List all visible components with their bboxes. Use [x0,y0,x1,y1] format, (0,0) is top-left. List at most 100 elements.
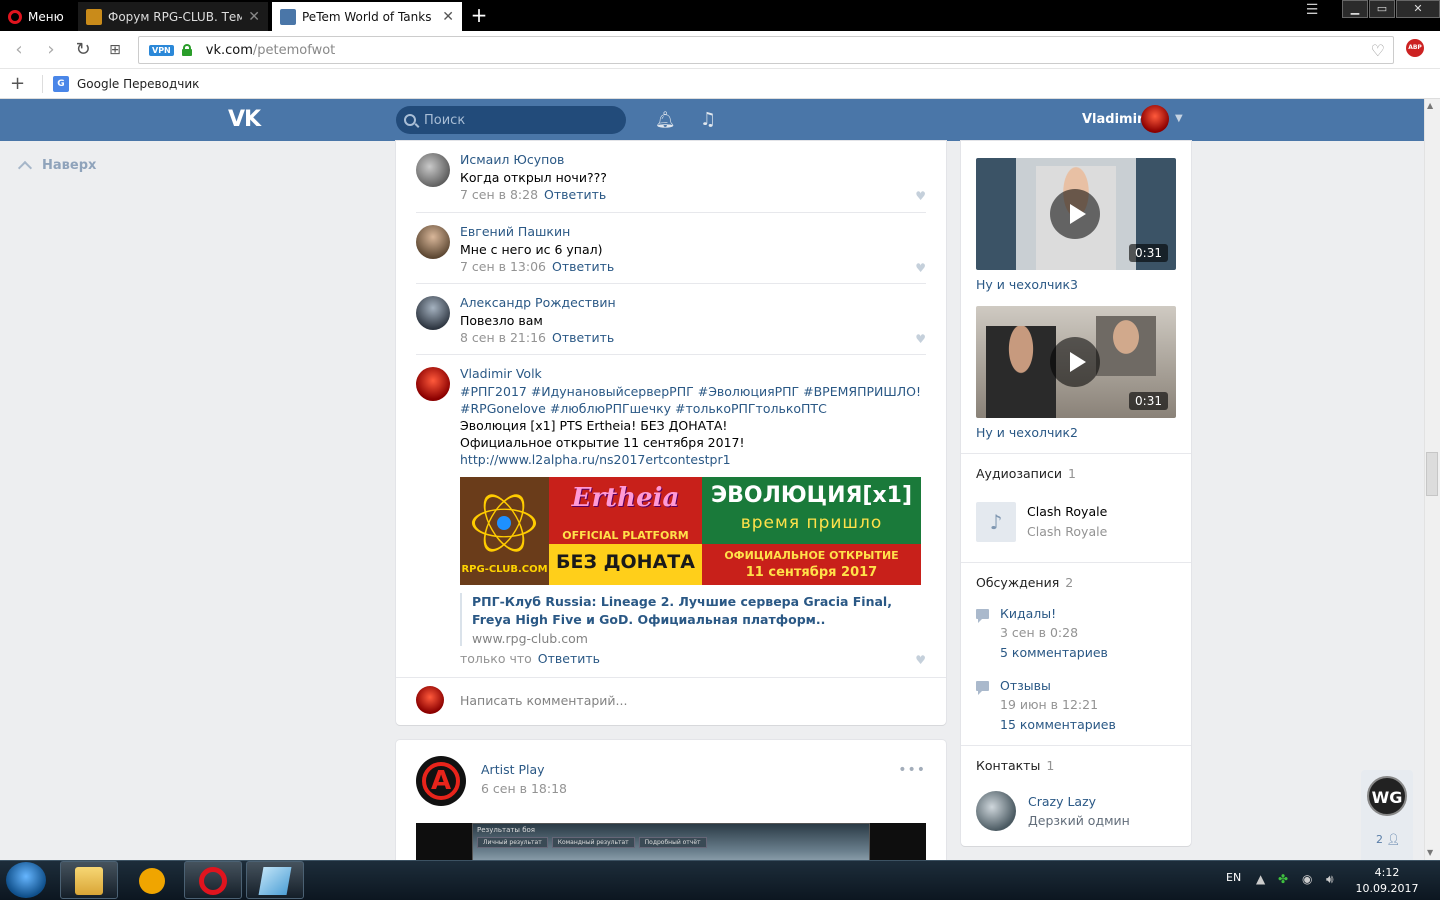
contact-name[interactable]: Crazy Lazy [1028,794,1096,809]
url-field[interactable]: VPN vk.com/petemofwot ♡ [138,36,1394,64]
close-tab-icon[interactable]: ✕ [242,9,260,25]
banner-evolution: ЭВОЛЮЦИЯ[x1] [710,483,913,508]
tab-rpg-forum[interactable]: Форум RPG-CLUB. Тема: З ✕ [78,2,268,31]
taskbar-opera[interactable] [184,861,242,899]
chat-widget[interactable]: WG 2 👤︎ [1361,770,1413,860]
user-avatar[interactable] [1141,105,1169,133]
minimize-icon[interactable]: ▁ [1342,0,1368,18]
audio-header[interactable]: Аудиозаписи 1 [976,466,1076,481]
post-date[interactable]: 6 сен в 18:18 [481,781,567,796]
avatar[interactable]: A [416,756,466,806]
video-thumbnail[interactable]: 0:31 [976,306,1176,418]
avatar[interactable] [976,791,1016,831]
comment-author[interactable]: Евгений Пашкин [460,224,570,239]
adblock-icon[interactable]: ABP [1406,39,1424,57]
new-tab-button[interactable]: + [468,4,490,26]
reply-link[interactable]: Ответить [552,330,614,345]
comment-author[interactable]: Александр Рождествин [460,295,616,310]
lock-icon[interactable] [181,44,192,56]
write-comment-field[interactable]: Написать комментарий... [416,685,926,715]
vpn-badge[interactable]: VPN [149,44,174,56]
taskbar-explorer[interactable] [60,861,118,899]
taskbar-notepad[interactable] [246,861,304,899]
scroll-to-top-button[interactable]: Наверх [17,157,96,176]
scroll-down-icon[interactable]: ▼ [1427,848,1433,857]
wg-logo[interactable]: WG [1367,776,1407,816]
comment-date[interactable]: только что [460,651,532,666]
chevron-down-icon[interactable]: ▼ [1175,113,1183,124]
scrollbar-thumb[interactable] [1426,452,1438,496]
notifications-bell-icon[interactable]: 🔔︎ [655,110,675,130]
tray-volume-icon[interactable]: 🔊︎ [1326,872,1340,886]
comment-hashtags[interactable]: #РПГ2017 #ИдунановыйсерверРПГ #ЭволюцияР… [460,383,921,400]
comment-author[interactable]: Vladimir Volk [460,366,542,381]
user-name[interactable]: Vladimir [1082,112,1143,127]
comment-hashtags[interactable]: #RPGonelove #люблюРПГшечку #толькоРПГтол… [460,400,827,417]
post-author[interactable]: Artist Play [481,762,545,777]
contacts-header[interactable]: Контакты 1 [976,758,1054,773]
comment-meta: 7 сен в 8:28 Ответить [460,187,606,202]
add-bookmark-icon[interactable]: + [10,73,28,94]
tray-clover-icon[interactable]: ✤ [1278,872,1292,886]
discussions-header[interactable]: Обсуждения 2 [976,575,1073,590]
play-icon[interactable] [1050,189,1100,239]
audio-title[interactable]: Clash Royale [1027,504,1107,519]
like-heart-icon[interactable]: ♥ [915,261,926,275]
system-clock[interactable]: 4:12 10.09.2017 [1352,865,1422,897]
scroll-up-icon[interactable]: ▲ [1427,101,1433,110]
reply-link[interactable]: Ответить [552,259,614,274]
music-note-icon[interactable]: ♪ [976,502,1016,542]
tray-expand-icon[interactable]: ▲ [1256,872,1270,886]
tab-menu-icon[interactable]: ☰ [1302,2,1322,22]
divider [961,453,1191,454]
search-input[interactable]: Поиск [396,106,626,134]
close-tab-icon[interactable]: ✕ [436,9,454,25]
url-text[interactable]: vk.com/petemofwot [206,43,336,58]
audio-artist[interactable]: Clash Royale [1027,524,1107,539]
opera-menu-button[interactable]: Меню [0,2,76,31]
comment-link[interactable]: http://www.l2alpha.ru/ns2017ertcontestpr… [460,451,731,468]
comment-date[interactable]: 7 сен в 8:28 [460,187,538,202]
reply-link[interactable]: Ответить [538,651,600,666]
tab-petem-vk[interactable]: PeTem World of Tanks BLI ✕ [272,2,462,31]
discussion-comments[interactable]: 15 комментариев [1000,717,1116,732]
forward-icon[interactable]: › [40,39,62,61]
discussion-comments[interactable]: 5 комментариев [1000,645,1108,660]
avatar[interactable] [416,153,450,187]
discussion-title[interactable]: Кидалы! [1000,606,1056,621]
avatar[interactable] [416,225,450,259]
avatar[interactable] [416,367,450,401]
language-indicator[interactable]: EN [1226,871,1241,884]
comment-author[interactable]: Исмаил Юсупов [460,152,564,167]
video-person [1096,316,1156,376]
like-heart-icon[interactable]: ♥ [915,332,926,346]
avatar[interactable] [416,296,450,330]
like-heart-icon[interactable]: ♥ [915,189,926,203]
promo-banner-image[interactable]: RPG-CLUB.COM Ertheia OFFICIAL PLATFORM Б… [460,477,921,585]
link-domain[interactable]: www.rpg-club.com [472,631,921,646]
close-window-icon[interactable]: ✕ [1396,0,1440,18]
back-icon[interactable]: ‹ [8,39,30,61]
video-thumbnail[interactable]: 0:31 [976,158,1176,270]
like-heart-icon[interactable]: ♥ [915,653,926,667]
more-options-icon[interactable]: ••• [898,762,926,778]
reload-icon[interactable]: ↻ [72,39,94,61]
reply-link[interactable]: Ответить [544,187,606,202]
comment-date[interactable]: 8 сен в 21:16 [460,330,546,345]
bookmark-google-translate[interactable]: G Google Переводчик [53,75,199,92]
music-note-icon[interactable]: ♫ [700,109,718,130]
taskbar-aimp[interactable] [122,861,180,899]
start-button[interactable] [6,862,46,898]
link-snippet[interactable]: РПГ-Клуб Russia: Lineage 2. Лучшие серве… [460,593,921,646]
speed-dial-icon[interactable]: ⊞ [104,39,126,61]
vk-logo[interactable]: VK [228,107,268,133]
link-title[interactable]: РПГ-Клуб Russia: Lineage 2. Лучшие серве… [472,593,921,629]
discussion-title[interactable]: Отзывы [1000,678,1051,693]
comment-date[interactable]: 7 сен в 13:06 [460,259,546,274]
tray-steam-icon[interactable]: ◉ [1302,872,1316,886]
play-icon[interactable] [1050,337,1100,387]
video-title[interactable]: Ну и чехолчик2 [976,425,1078,440]
maximize-icon[interactable]: ▭ [1369,0,1395,18]
bookmark-heart-icon[interactable]: ♡ [1371,41,1385,60]
video-title[interactable]: Ну и чехолчик3 [976,277,1078,292]
